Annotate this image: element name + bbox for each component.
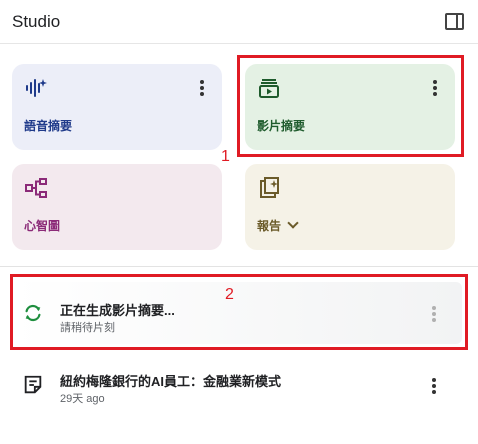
mind-map-card[interactable]: 心智圖 [12, 164, 222, 250]
side-panel-icon[interactable] [445, 13, 464, 30]
page-title: Studio [12, 12, 61, 31]
report-label-text: 報告 [257, 219, 282, 233]
note-icon [24, 375, 42, 394]
card-label-report: 報告 [257, 217, 299, 234]
highlight-box-2 [10, 274, 468, 350]
card-label-audio-summary: 語音摘要 [24, 119, 73, 133]
audio-waveform-icon [26, 79, 47, 97]
audio-summary-card[interactable]: 語音摘要 [12, 64, 222, 150]
report-icon [260, 177, 279, 198]
list-item-timestamp: 29天 ago [60, 393, 105, 405]
list-item-note[interactable]: 紐約梅隆銀行的AI員工：金融業新模式 29天 ago [14, 362, 462, 414]
annotation-label-2: 2 [225, 286, 234, 303]
annotation-label-1: 1 [221, 148, 230, 165]
studio-header: Studio [0, 0, 478, 44]
list-item-title: 紐約梅隆銀行的AI員工：金融業新模式 [60, 374, 282, 389]
report-card[interactable]: 報告 [245, 164, 455, 250]
more-icon[interactable] [194, 78, 210, 98]
divider [0, 266, 478, 267]
more-icon[interactable] [426, 376, 442, 396]
card-label-mind-map: 心智圖 [24, 219, 61, 233]
mind-map-icon [25, 178, 47, 198]
highlight-box-1 [237, 55, 464, 157]
chevron-down-icon[interactable] [287, 217, 299, 229]
